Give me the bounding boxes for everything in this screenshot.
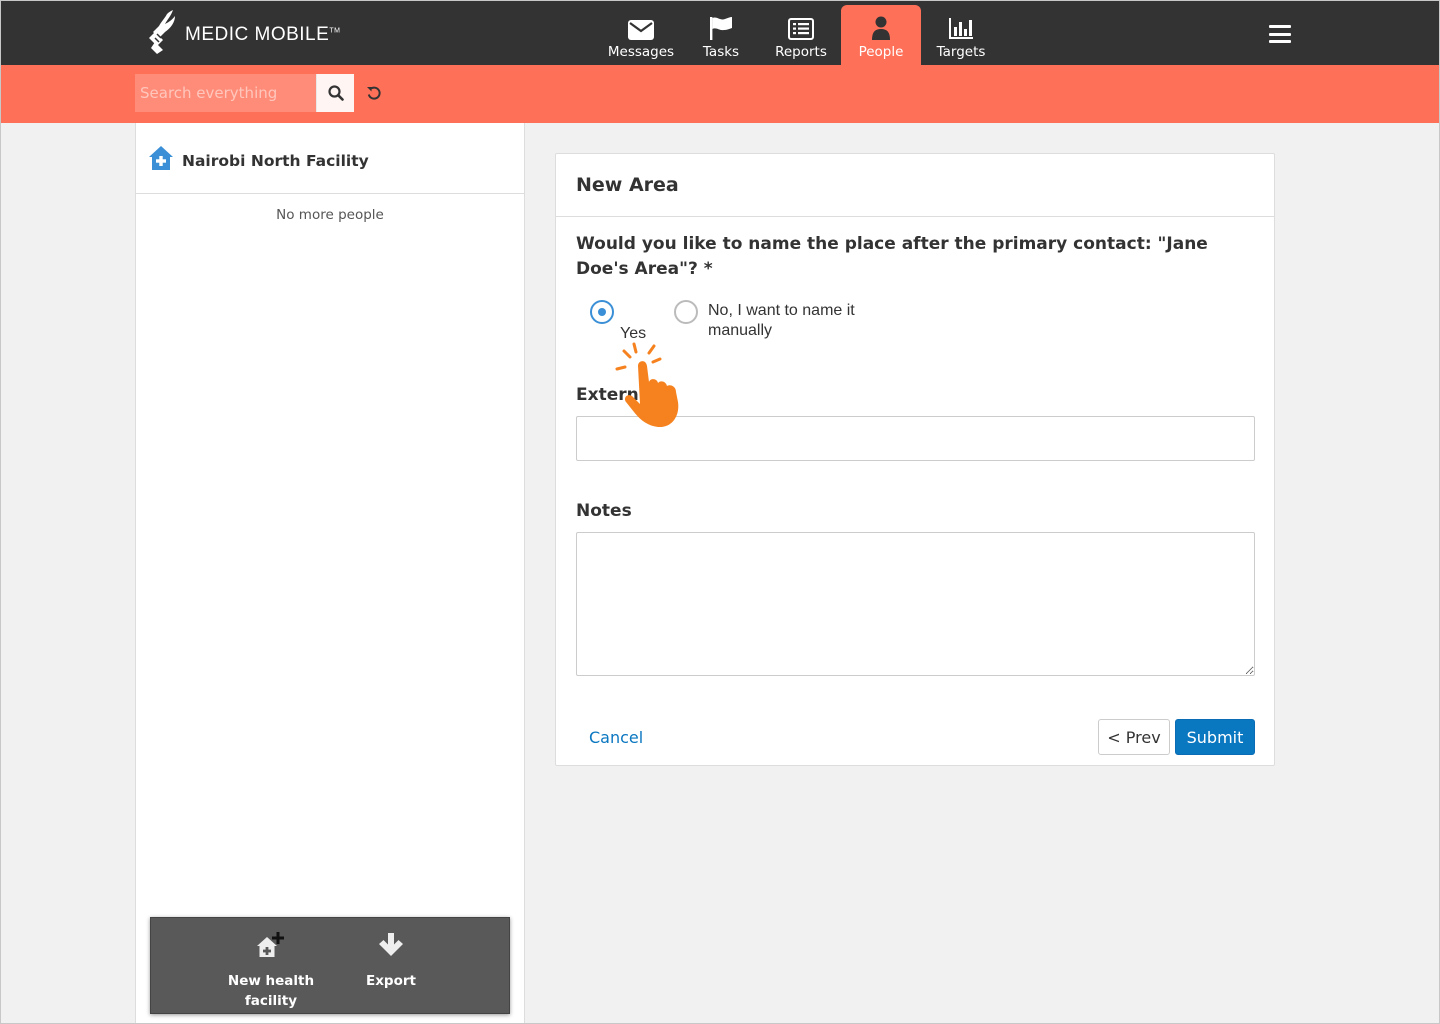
nav-messages[interactable]: Messages xyxy=(601,5,681,65)
export-label: Export xyxy=(366,973,416,989)
person-icon xyxy=(872,16,890,40)
notes-textarea[interactable] xyxy=(576,532,1255,676)
nav-reports-label: Reports xyxy=(775,44,827,60)
new-area-form: New Area Would you like to name the plac… xyxy=(555,153,1275,766)
nav-targets[interactable]: Targets xyxy=(921,5,1001,65)
no-more-people-text: No more people xyxy=(276,207,384,223)
action-bar: New health facility Export xyxy=(150,917,510,1014)
radio-yes-label: Yes xyxy=(620,325,647,342)
list-icon xyxy=(788,18,814,40)
export-button[interactable]: Export xyxy=(331,918,451,1013)
nav-tasks-label: Tasks xyxy=(702,44,740,60)
nav-reports[interactable]: Reports xyxy=(761,5,841,65)
radio-no-label: No, I want to name it manually xyxy=(708,302,855,339)
cancel-link[interactable]: Cancel xyxy=(589,728,643,747)
bar-chart-icon xyxy=(949,18,973,39)
brand-name: MEDIC MOBILETM xyxy=(185,24,341,45)
flag-icon xyxy=(710,17,732,40)
submit-button[interactable]: Submit xyxy=(1175,719,1255,755)
top-navigation-bar: MEDIC MOBILETM Messages Tasks Reports Pe… xyxy=(0,0,1440,65)
main-nav: Messages Tasks Reports People Targets xyxy=(601,5,1001,65)
radio-no[interactable] xyxy=(674,300,698,324)
new-health-facility-button[interactable]: New health facility xyxy=(211,918,331,1013)
notes-label: Notes xyxy=(576,501,632,521)
facility-name: Nairobi North Facility xyxy=(182,152,369,170)
nav-messages-label: Messages xyxy=(607,44,675,60)
external-id-input[interactable] xyxy=(576,416,1255,461)
health-facility-icon xyxy=(149,146,173,170)
new-health-facility-label: New health facility xyxy=(227,973,315,1009)
people-list-panel: Nairobi North Facility No more people xyxy=(135,123,525,1024)
question-label: Would you like to name the place after t… xyxy=(576,234,1208,279)
external-id-label: Extern xyxy=(576,385,639,405)
hamburger-icon[interactable] xyxy=(1269,25,1291,43)
reset-filter-button[interactable] xyxy=(364,83,384,103)
list-item[interactable]: Nairobi North Facility xyxy=(136,123,524,194)
form-header: New Area xyxy=(556,154,1274,217)
download-arrow-icon xyxy=(379,933,403,956)
radio-yes[interactable] xyxy=(590,300,614,324)
nav-people-label: People xyxy=(858,44,904,60)
envelope-icon xyxy=(628,20,654,40)
search-button[interactable] xyxy=(316,74,354,112)
add-facility-icon xyxy=(257,932,284,957)
nav-tasks[interactable]: Tasks xyxy=(681,5,761,65)
search-bar xyxy=(0,65,1440,123)
medic-mobile-logo[interactable]: MEDIC MOBILETM xyxy=(145,8,340,56)
form-title: New Area xyxy=(576,174,679,196)
search-icon xyxy=(327,85,344,101)
prev-button[interactable]: < Prev xyxy=(1098,719,1170,755)
nav-targets-label: Targets xyxy=(936,44,986,60)
search-input[interactable] xyxy=(135,74,316,112)
reset-icon xyxy=(367,86,381,100)
nav-people[interactable]: People xyxy=(841,5,921,65)
dove-logo-icon xyxy=(149,10,175,54)
